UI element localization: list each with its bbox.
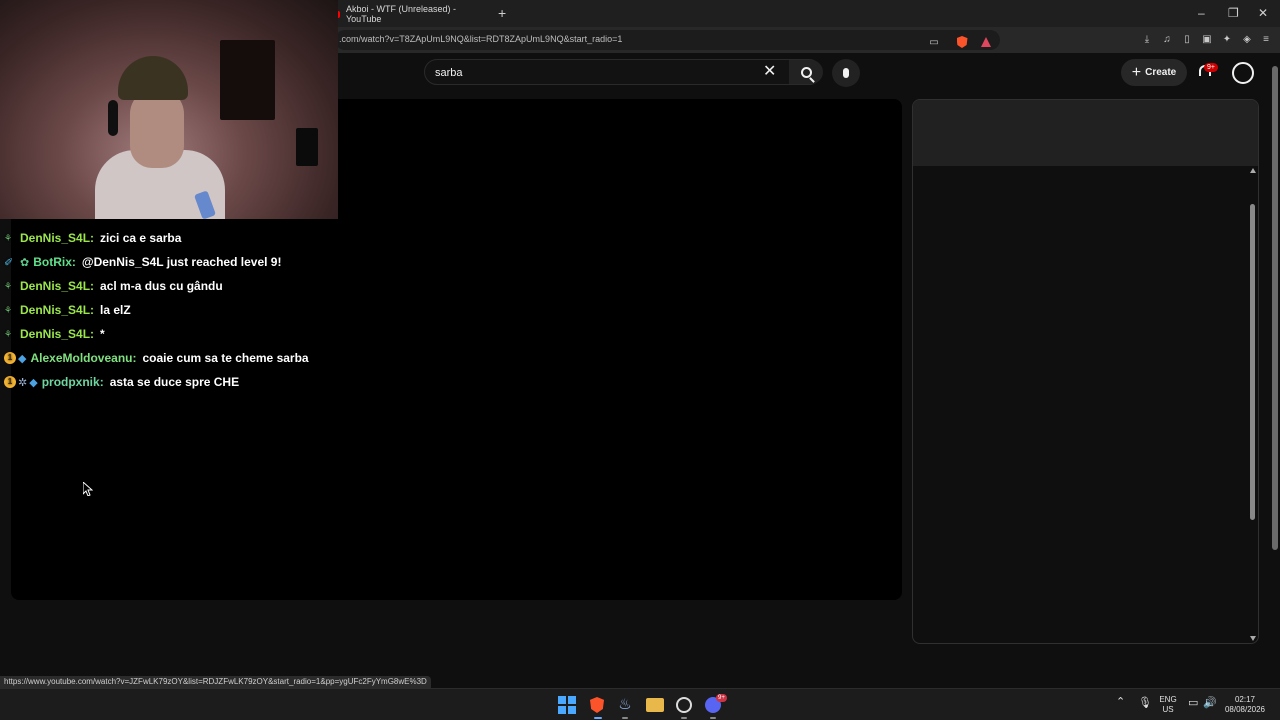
chat-text: @DenNis_S4L just reached level 9! <box>81 255 282 269</box>
sprout-badge-icon: ⚘ <box>4 280 13 291</box>
running-app-indicator <box>622 717 628 719</box>
sprout-badge-icon: ⚘ <box>4 232 13 243</box>
webcam-wall-poster <box>220 40 275 120</box>
file-explorer-icon[interactable] <box>646 698 664 712</box>
address-bar[interactable]: .com/watch?v=T8ZApUmL9NQ&list=RDT8ZApUmL… <box>335 30 1000 50</box>
brave-shields-icon[interactable] <box>955 35 969 49</box>
tab-title: Akboi - WTF (Unreleased) - YouTube <box>346 4 457 24</box>
chat-message: ⚘ DenNis_S4L: * <box>4 322 338 346</box>
notification-badge: 9+ <box>1204 63 1218 72</box>
chat-message: ⚘ DenNis_S4L: la elZ <box>4 298 338 322</box>
microphone-icon <box>843 68 849 78</box>
chat-username: BotRix: <box>33 255 76 269</box>
chat-message: ✐ ✿ BotRix: @DenNis_S4L just reached lev… <box>4 250 338 274</box>
chat-message: 1 ✲ ◆ prodpxnik: asta se duce spre CHE <box>4 370 338 394</box>
account-avatar[interactable] <box>1232 62 1254 84</box>
voice-search-button[interactable] <box>832 59 860 87</box>
brave-rewards-icon[interactable] <box>979 35 993 49</box>
keyboard-layout: US <box>1162 705 1174 714</box>
page-scrollbar[interactable] <box>1272 66 1278 550</box>
discord-notification-badge: 9+ <box>716 694 727 702</box>
playlist-panel-header <box>913 100 1258 166</box>
playlist-panel <box>912 99 1259 644</box>
chat-text: asta se duce spre CHE <box>109 375 240 389</box>
webcam-person-face <box>130 88 184 168</box>
network-icon[interactable]: ▭ <box>1188 698 1198 709</box>
obs-studio-icon[interactable] <box>676 697 692 713</box>
search-icon <box>800 66 812 78</box>
bot-gear-badge-icon: ✿ <box>20 256 30 269</box>
clear-search-button[interactable]: ✕ <box>763 63 776 81</box>
scroll-up-arrow-icon[interactable] <box>1250 168 1256 173</box>
stream-chat-overlay: ⚘ DenNis_S4L: zici ca e sarba ✐ ✿ BotRix… <box>4 226 338 394</box>
sprout-badge-icon: ⚘ <box>4 304 13 315</box>
chat-text: acl m-a dus cu gându <box>100 279 223 293</box>
system-clock[interactable]: 02:17 08/08/2026 <box>1222 695 1268 715</box>
screen: Akboi - WTF (Unreleased) - YouTube + – ❐… <box>0 0 1280 720</box>
minimize-button[interactable]: – <box>1198 4 1205 22</box>
language-code: ENG <box>1159 695 1177 704</box>
running-app-indicator <box>710 717 716 719</box>
search-button[interactable] <box>789 60 823 84</box>
chat-text: zici ca e sarba <box>100 231 182 245</box>
webcam-person-cap <box>118 56 188 100</box>
sprout-badge-icon: ⚘ <box>4 328 13 339</box>
chat-username: DenNis_S4L: <box>20 231 95 245</box>
chat-text: la elZ <box>100 303 131 317</box>
bot-wrench-badge-icon: ✐ <box>4 256 14 269</box>
first-month-badge-icon: 1 <box>4 352 16 364</box>
chat-message: ⚘ DenNis_S4L: acl m-a dus cu gându <box>4 274 338 298</box>
microphone-tray-icon[interactable]: 🎙 <box>1138 698 1152 709</box>
chat-message: 1 ◆ AlexeMoldoveanu: coaie cum sa te che… <box>4 346 338 370</box>
active-app-indicator <box>594 717 602 719</box>
browser-tab-youtube[interactable]: Akboi - WTF (Unreleased) - YouTube <box>330 2 490 26</box>
scroll-down-arrow-icon[interactable] <box>1250 636 1256 641</box>
running-app-indicator <box>681 717 687 719</box>
cast-icon[interactable]: ▭ <box>927 35 941 49</box>
chat-text: * <box>100 327 105 341</box>
gem-badge-icon: ◆ <box>18 352 27 365</box>
clock-date: 08/08/2026 <box>1224 705 1266 714</box>
youtube-header: sarba ✕ + Create 9+ <box>338 53 1272 93</box>
leo-ai-icon[interactable]: ✦ <box>1220 32 1234 46</box>
vpn-icon[interactable]: ◈ <box>1240 32 1254 46</box>
tray-overflow-chevron-icon[interactable]: ⌃ <box>1116 697 1125 708</box>
steam-icon[interactable]: ♨ <box>616 696 634 714</box>
chat-username: prodpxnik: <box>41 375 104 389</box>
menu-icon[interactable]: ≡ <box>1259 32 1273 46</box>
address-url: .com/watch?v=T8ZApUmL9NQ&list=RDT8ZApUmL… <box>339 34 623 44</box>
search-input[interactable]: sarba <box>435 67 463 79</box>
new-tab-button[interactable]: + <box>498 4 506 22</box>
gem-badge-icon: ◆ <box>29 376 38 389</box>
media-icon[interactable]: ♫ <box>1160 32 1174 46</box>
create-label: Create <box>1145 67 1177 78</box>
playlist-scrollbar[interactable] <box>1250 204 1255 520</box>
downloads-icon[interactable]: ⤓ <box>1140 32 1154 46</box>
brave-browser-icon[interactable] <box>588 696 606 714</box>
first-month-badge-icon: 1 <box>4 376 16 388</box>
plus-icon: + <box>1131 63 1142 81</box>
chat-username: DenNis_S4L: <box>20 279 95 293</box>
clock-time: 02:17 <box>1234 695 1256 704</box>
maximize-button[interactable]: ❐ <box>1228 4 1239 22</box>
volume-icon[interactable]: 🔊 <box>1203 698 1217 709</box>
link-status-url: https://www.youtube.com/watch?v=JZFwLK79… <box>0 676 431 688</box>
wallet-icon[interactable]: ▣ <box>1200 32 1214 46</box>
webcam-headset <box>108 100 118 136</box>
webcam-overlay <box>0 0 338 219</box>
create-button[interactable]: + Create <box>1121 59 1187 86</box>
chat-message: ⚘ DenNis_S4L: zici ca e sarba <box>4 226 338 250</box>
close-window-button[interactable]: ✕ <box>1258 4 1268 22</box>
chat-username: DenNis_S4L: <box>20 327 95 341</box>
chat-username: AlexeMoldoveanu: <box>30 351 137 365</box>
windows-start-icon[interactable] <box>558 696 576 714</box>
cog-badge-icon: ✲ <box>18 376 28 389</box>
language-indicator[interactable]: ENG US <box>1156 695 1180 715</box>
sidebar-icon[interactable]: ▯ <box>1180 32 1194 46</box>
chat-text: coaie cum sa te cheme sarba <box>142 351 309 365</box>
windows-taskbar: ♨ 9+ ⌃ 🎙 ENG US ▭ 🔊 02:17 08/08/2026 <box>0 688 1280 720</box>
webcam-background-object <box>296 128 318 166</box>
search-box[interactable]: sarba ✕ <box>424 59 823 85</box>
chat-username: DenNis_S4L: <box>20 303 95 317</box>
